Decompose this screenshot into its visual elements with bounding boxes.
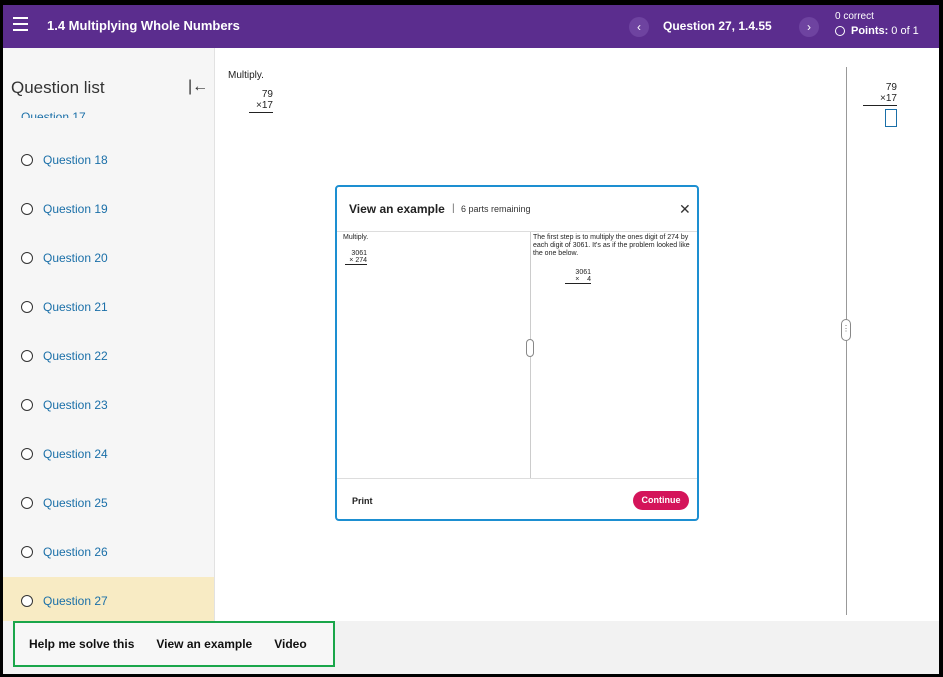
radio-icon bbox=[21, 595, 33, 607]
continue-button[interactable]: Continue bbox=[633, 491, 689, 510]
example-prompt: Multiply. bbox=[343, 234, 369, 241]
radio-icon bbox=[21, 546, 33, 558]
sidebar-item-question-27[interactable]: Question 27 bbox=[3, 577, 214, 621]
view-example-button[interactable]: View an example bbox=[156, 637, 252, 651]
sidebar-item-question-19[interactable]: Question 19 bbox=[3, 185, 214, 233]
panel-divider bbox=[846, 67, 847, 615]
close-icon[interactable]: ✕ bbox=[679, 201, 691, 218]
points-circle-icon bbox=[835, 26, 845, 36]
points-value: 0 of 1 bbox=[891, 25, 919, 37]
multiplication-problem: 79 ×17 bbox=[249, 89, 273, 113]
example-dialog: View an example | 6 parts remaining ✕ Mu… bbox=[335, 185, 699, 521]
sidebar-item-label: Question 24 bbox=[43, 447, 108, 461]
sidebar-item-question-17[interactable]: Question 17 bbox=[21, 110, 86, 118]
radio-icon bbox=[21, 154, 33, 166]
sidebar-item-question-24[interactable]: Question 24 bbox=[3, 430, 214, 478]
top-number: 3061 bbox=[575, 269, 591, 276]
sidebar-item-label: Question 22 bbox=[43, 349, 108, 363]
question-prompt: Multiply. bbox=[228, 70, 264, 81]
top-number: 79 bbox=[261, 89, 273, 100]
header-bar: 1.4 Multiplying Whole Numbers ‹ Question… bbox=[3, 5, 939, 48]
sidebar-item-question-26[interactable]: Question 26 bbox=[3, 528, 214, 576]
example-problem: 3061 × 274 bbox=[345, 250, 367, 265]
dialog-divider bbox=[337, 231, 697, 232]
dialog-separator: | bbox=[452, 203, 455, 214]
points-label: Points: bbox=[851, 25, 889, 37]
parts-remaining: 6 parts remaining bbox=[461, 204, 531, 214]
points-status: Points: 0 of 1 bbox=[835, 25, 919, 37]
top-number: 3061 bbox=[351, 250, 367, 257]
page-title: 1.4 Multiplying Whole Numbers bbox=[47, 18, 240, 33]
sidebar-title: Question list bbox=[11, 78, 105, 97]
sidebar-item-question-20[interactable]: Question 20 bbox=[3, 234, 214, 282]
answer-input-box[interactable] bbox=[885, 109, 897, 127]
radio-icon bbox=[21, 448, 33, 460]
bottom-number: ×17 bbox=[863, 93, 897, 106]
menu-icon[interactable] bbox=[13, 17, 28, 31]
previous-question-button[interactable]: ‹ bbox=[629, 17, 649, 37]
video-button[interactable]: Video bbox=[274, 637, 306, 651]
sidebar-item-question-18[interactable]: Question 18 bbox=[3, 136, 214, 184]
next-question-button[interactable]: › bbox=[799, 17, 819, 37]
radio-icon bbox=[21, 350, 33, 362]
radio-icon bbox=[21, 252, 33, 264]
bottom-number: × 4 bbox=[565, 276, 591, 284]
dialog-resize-handle[interactable] bbox=[526, 339, 534, 357]
sidebar-item-question-22[interactable]: Question 22 bbox=[3, 332, 214, 380]
dialog-title: View an example bbox=[349, 202, 445, 216]
step-explanation: The first step is to multiply the ones d… bbox=[533, 234, 690, 257]
dialog-footer-divider bbox=[337, 478, 697, 479]
collapse-sidebar-icon[interactable]: |← bbox=[188, 78, 208, 96]
sidebar-item-label: Question 27 bbox=[43, 594, 108, 608]
sidebar-item-label: Question 19 bbox=[43, 202, 108, 216]
sidebar-item-question-25[interactable]: Question 25 bbox=[3, 479, 214, 527]
help-tools: Help me solve this View an example Video bbox=[13, 621, 335, 667]
top-number: 79 bbox=[885, 82, 897, 93]
print-button[interactable]: Print bbox=[352, 496, 373, 506]
answer-problem: 79 ×17 bbox=[863, 82, 897, 106]
help-me-solve-button[interactable]: Help me solve this bbox=[29, 637, 134, 651]
sidebar-item-label: Question 26 bbox=[43, 545, 108, 559]
sidebar-item-question-21[interactable]: Question 21 bbox=[3, 283, 214, 331]
radio-icon bbox=[21, 497, 33, 509]
step-problem: 3061 × 4 bbox=[565, 269, 591, 284]
question-indicator: Question 27, 1.4.55 bbox=[663, 19, 772, 33]
radio-icon bbox=[21, 399, 33, 411]
sidebar-item-label: Question 25 bbox=[43, 496, 108, 510]
radio-icon bbox=[21, 301, 33, 313]
sidebar-item-label: Question 20 bbox=[43, 251, 108, 265]
sidebar-item-label: Question 23 bbox=[43, 398, 108, 412]
question-list-sidebar: Question list |← Question 17 Question 18… bbox=[3, 48, 215, 621]
radio-icon bbox=[21, 203, 33, 215]
app-frame: 1.4 Multiplying Whole Numbers ‹ Question… bbox=[3, 5, 939, 674]
panel-resize-handle[interactable]: ⋮ bbox=[841, 319, 851, 341]
sidebar-item-label: Question 18 bbox=[43, 153, 108, 167]
bottom-number: × 274 bbox=[345, 257, 367, 265]
bottom-number: ×17 bbox=[249, 100, 273, 113]
sidebar-item-question-23[interactable]: Question 23 bbox=[3, 381, 214, 429]
correct-count: 0 correct bbox=[835, 11, 874, 22]
sidebar-item-label: Question 21 bbox=[43, 300, 108, 314]
